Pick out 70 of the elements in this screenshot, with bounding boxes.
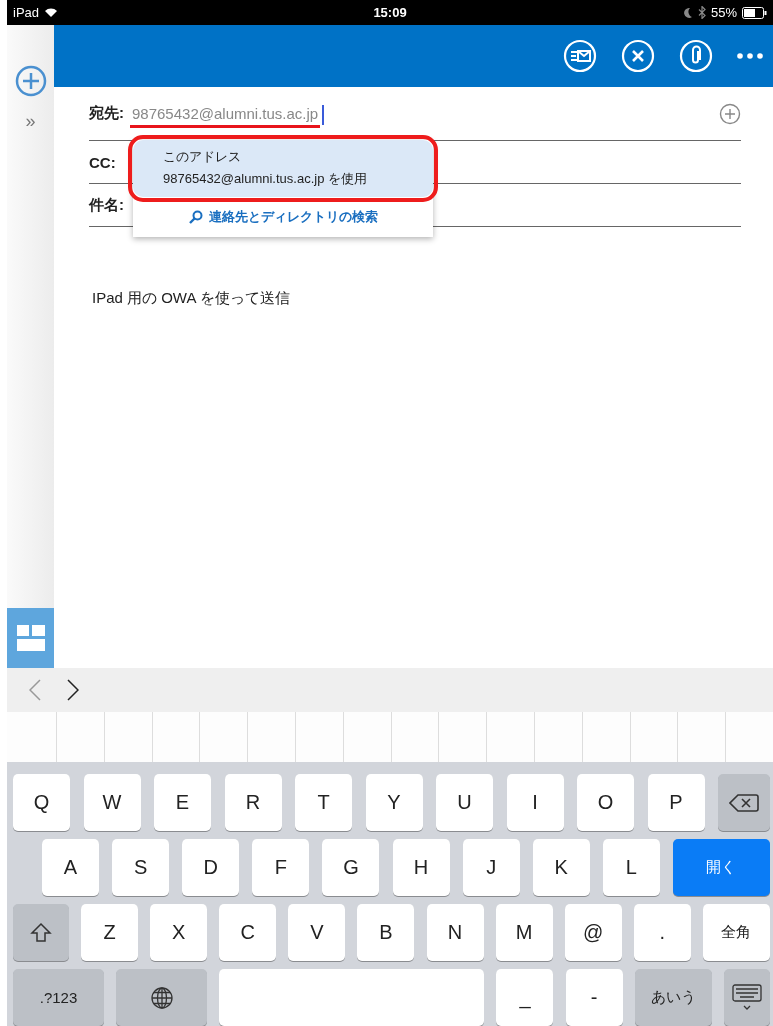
keyboard-key[interactable]: L: [602, 839, 660, 896]
keyboard-key[interactable]: E: [154, 774, 211, 831]
add-recipient-icon[interactable]: [719, 102, 741, 125]
send-button[interactable]: [563, 39, 597, 73]
paperclip-icon: [679, 39, 713, 73]
keyboard-key[interactable]: F: [252, 839, 310, 896]
field-label: CC:: [89, 153, 116, 171]
keyboard-key[interactable]: .: [633, 904, 691, 961]
close-button[interactable]: [621, 39, 655, 73]
status-time: 15:09: [373, 5, 407, 20]
new-item-icon[interactable]: [14, 65, 47, 97]
bluetooth-icon: [697, 6, 706, 19]
globe-icon: [149, 985, 174, 1010]
keyboard-key[interactable]: P: [647, 774, 705, 831]
keyboard-key[interactable]: B: [357, 904, 415, 961]
keyboard-key[interactable]: U: [436, 774, 493, 831]
tiles-icon: [16, 625, 45, 651]
keyboard-key[interactable]: Q: [13, 774, 70, 831]
keyboard-key[interactable]: Z: [81, 904, 139, 961]
keyboard-key[interactable]: V: [288, 904, 346, 961]
keyboard-key[interactable]: O: [577, 774, 634, 831]
keyboard-key[interactable]: J: [462, 839, 520, 896]
message-body[interactable]: IPad 用の OWA を使って送信: [92, 289, 741, 308]
backspace-icon: [729, 792, 759, 813]
keyboard-key[interactable]: D: [182, 839, 240, 896]
directory-search-link[interactable]: 連絡先とディレクトリの検索: [133, 197, 433, 237]
keyboard-key[interactable]: T: [295, 774, 352, 831]
keyboard-key[interactable]: I: [506, 774, 564, 831]
keyboard-key[interactable]: W: [83, 774, 141, 831]
keyboard-key[interactable]: S: [112, 839, 170, 896]
close-icon: [621, 39, 655, 73]
keyboard-dismiss-icon: [731, 983, 762, 1012]
attach-button[interactable]: [679, 39, 713, 73]
keyboard-key[interactable]: [13, 904, 69, 961]
keyboard-key[interactable]: A: [42, 839, 99, 896]
keyboard-key[interactable]: @: [564, 904, 622, 961]
expand-button[interactable]: »: [25, 111, 36, 132]
keyboard-key[interactable]: G: [322, 839, 380, 896]
more-button[interactable]: [737, 53, 763, 59]
keyboard-key[interactable]: .?123: [13, 969, 104, 1026]
battery-percent: 55%: [710, 5, 737, 20]
keyboard-key[interactable]: あいう: [634, 969, 712, 1026]
keyboard-key[interactable]: -: [565, 969, 623, 1026]
keyboard-key[interactable]: K: [532, 839, 590, 896]
forward-icon[interactable]: [67, 679, 79, 701]
keyboard-key[interactable]: N: [426, 904, 484, 961]
keyboard-key[interactable]: M: [495, 904, 553, 961]
keyboard-key[interactable]: [718, 774, 770, 831]
keyboard-key[interactable]: 全角: [702, 904, 770, 961]
battery-icon: [742, 6, 767, 19]
more-icon: [737, 53, 763, 59]
send-icon: [563, 39, 597, 73]
keyboard-key[interactable]: H: [392, 839, 450, 896]
recipient-field[interactable]: 98765432@alumni.tus.ac.jp: [130, 105, 321, 128]
tiles-button[interactable]: [7, 608, 54, 668]
moon-icon: [682, 6, 693, 19]
search-icon: [188, 210, 203, 224]
keyboard-key[interactable]: Y: [365, 774, 423, 831]
device-name: iPad: [13, 5, 40, 20]
keyboard-key[interactable]: R: [224, 774, 282, 831]
keyboard-key[interactable]: C: [219, 904, 277, 961]
return-key[interactable]: 開く: [673, 839, 770, 896]
field-label: 件名:: [89, 195, 124, 215]
keyboard-key[interactable]: [116, 969, 208, 1026]
keyboard-key[interactable]: X: [150, 904, 208, 961]
wifi-icon: [44, 7, 59, 18]
keyboard-key[interactable]: [723, 969, 770, 1026]
shift-icon: [30, 921, 52, 944]
field-label: 宛先:: [89, 104, 124, 123]
keyboard-key[interactable]: _: [496, 969, 554, 1026]
